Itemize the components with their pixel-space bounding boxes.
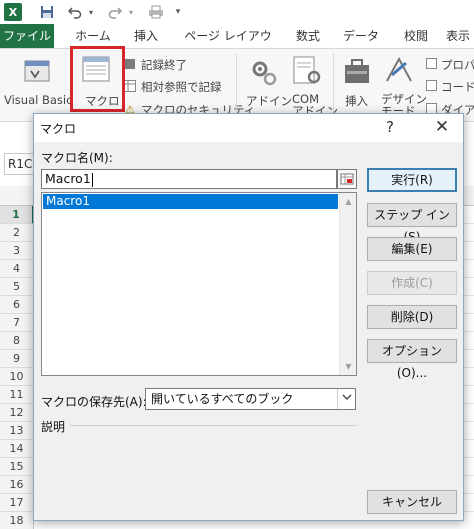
description-divider	[70, 425, 357, 426]
row-header[interactable]: 2	[0, 224, 34, 242]
tab-insert[interactable]: 挿入	[124, 24, 168, 48]
help-icon[interactable]: ?	[386, 118, 394, 136]
row-header[interactable]: 10	[0, 368, 34, 386]
insert-controls-button[interactable]: 挿入	[345, 93, 368, 109]
com-addins-icon[interactable]	[292, 55, 322, 90]
visual-basic-button[interactable]: Visual Basic	[4, 93, 72, 107]
quick-access-toolbar: X ▾ ▾ ▾	[0, 0, 474, 24]
relative-reference-icon	[124, 80, 136, 95]
name-box[interactable]: R1C	[4, 153, 34, 175]
macro-list[interactable]: Macro1 ▲ ▼	[41, 192, 357, 376]
delete-button[interactable]: 削除(D)	[367, 305, 457, 329]
tab-data[interactable]: データ	[338, 24, 384, 48]
row-header[interactable]: 14	[0, 440, 34, 458]
options-button[interactable]: オプション(O)...	[367, 339, 457, 380]
row-header[interactable]: 15	[0, 458, 34, 476]
redo-dropdown-icon[interactable]: ▾	[126, 3, 136, 21]
visual-basic-icon[interactable]	[23, 57, 53, 90]
insert-controls-icon[interactable]	[343, 57, 373, 90]
stop-record-icon	[125, 59, 135, 69]
macro-store-select[interactable]: 開いているすべてのブック	[145, 388, 356, 410]
macro-name-value: Macro1	[45, 171, 91, 186]
row-header[interactable]: 8	[0, 332, 34, 350]
row-header[interactable]: 4	[0, 260, 34, 278]
dialog-titlebar: マクロ ? ✕	[34, 114, 463, 142]
ribbon-separator	[236, 53, 237, 117]
macro-name-label: マクロ名(M):	[41, 151, 113, 165]
tab-file[interactable]: ファイル	[0, 24, 54, 48]
create-button: 作成(C)	[367, 271, 457, 295]
row-header[interactable]: 9	[0, 350, 34, 368]
macro-highlight-box	[70, 46, 125, 112]
tab-home[interactable]: ホーム	[70, 24, 116, 48]
tab-view[interactable]: 表示	[446, 24, 474, 48]
row-header[interactable]: 11	[0, 386, 34, 404]
quickprint-icon[interactable]	[146, 3, 166, 21]
tab-page-layout[interactable]: ページ レイアウト	[180, 24, 276, 67]
description-label: 説明	[41, 420, 66, 434]
addins-icon[interactable]	[250, 57, 278, 90]
close-icon[interactable]: ✕	[427, 116, 457, 138]
properties-icon	[426, 58, 437, 69]
cancel-button[interactable]: キャンセル	[367, 490, 457, 514]
scroll-up-icon[interactable]: ▲	[340, 193, 357, 210]
scroll-down-icon[interactable]: ▼	[340, 358, 357, 375]
range-picker-icon	[340, 173, 354, 185]
row-header[interactable]: 3	[0, 242, 34, 260]
row-header[interactable]: 1	[0, 206, 34, 224]
undo-icon[interactable]	[66, 3, 84, 21]
view-code-icon	[426, 80, 437, 91]
row-header[interactable]: 5	[0, 278, 34, 296]
chevron-down-icon[interactable]	[337, 389, 355, 409]
excel-window: X ▾ ▾ ▾ ファイル ホーム 挿入 ページ レイアウト 数式 データ 校閲 …	[0, 0, 474, 529]
text-caret	[91, 172, 93, 187]
relative-reference-button[interactable]: 相対参照で記録	[141, 79, 222, 95]
macro-store-label: マクロの保存先(A):	[41, 395, 147, 409]
row-header[interactable]: 7	[0, 314, 34, 332]
ribbon-tabs: ファイル ホーム 挿入 ページ レイアウト 数式 データ 校閲 表示	[0, 24, 474, 67]
row-header[interactable]: 6	[0, 296, 34, 314]
row-header[interactable]: 18	[0, 512, 34, 529]
redo-icon[interactable]	[106, 3, 124, 21]
row-header[interactable]: 16	[0, 476, 34, 494]
tab-formulas[interactable]: 数式	[286, 24, 330, 48]
step-into-button[interactable]: ステップ イン(S)	[367, 203, 457, 244]
row-header[interactable]: 13	[0, 422, 34, 440]
edit-button[interactable]: 編集(E)	[367, 237, 457, 261]
macro-dialog: マクロ ? ✕ マクロ名(M): Macro1 Macro1 ▲ ▼ 実行(R)…	[33, 113, 464, 521]
properties-button[interactable]: プロパ	[441, 57, 474, 73]
row-header[interactable]: 12	[0, 404, 34, 422]
collapse-dialog-button[interactable]	[337, 169, 357, 189]
row-header[interactable]: 17	[0, 494, 34, 512]
design-mode-icon[interactable]	[384, 55, 414, 90]
macro-store-value: 開いているすべてのブック	[151, 392, 294, 406]
macro-name-input[interactable]: Macro1	[41, 169, 337, 189]
save-icon[interactable]	[38, 3, 56, 21]
ribbon-separator	[333, 53, 334, 117]
excel-logo: X	[4, 3, 22, 21]
run-button[interactable]: 実行(R)	[367, 168, 457, 192]
list-item[interactable]: Macro1	[43, 194, 338, 209]
dialog-title: マクロ	[40, 122, 77, 136]
record-macro-button[interactable]: 記録終了	[141, 57, 187, 73]
list-scrollbar[interactable]: ▲ ▼	[339, 193, 356, 375]
customize-qat-icon[interactable]: ▾	[172, 3, 184, 21]
view-code-button[interactable]: コード	[441, 79, 474, 95]
undo-dropdown-icon[interactable]: ▾	[86, 3, 96, 21]
tab-review[interactable]: 校閲	[394, 24, 438, 48]
addins-button[interactable]: アドイン	[246, 93, 292, 109]
